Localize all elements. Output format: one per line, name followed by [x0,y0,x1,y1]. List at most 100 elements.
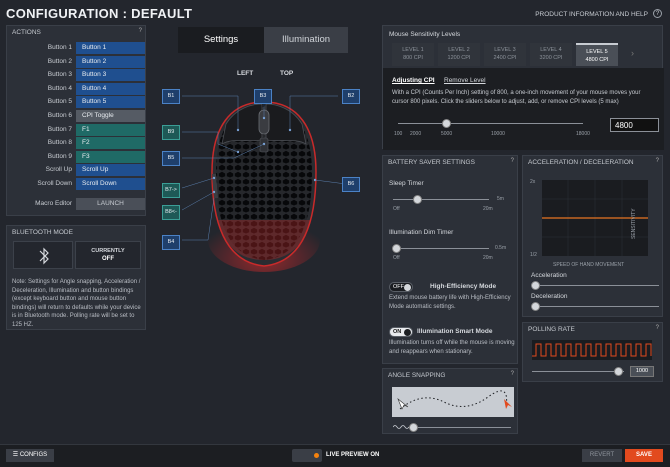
question-icon[interactable]: ? [511,371,514,377]
level-cpi: 800 CPI [403,55,423,61]
configs-button[interactable]: ☰ CONFIGS [6,449,54,462]
macro-label: Macro Editor [35,200,72,207]
cpi-slider-track[interactable] [398,123,583,124]
b5-label[interactable]: B5 [162,151,180,166]
action-binding-button[interactable]: CPI Toggle [76,110,145,122]
cpi-description: With a CPI (Counts Per Inch) setting of … [392,90,641,105]
bluetooth-title: BLUETOOTH MODE [12,229,73,236]
bluetooth-status-box[interactable]: CURRENTLY OFF [75,241,141,269]
angle-slider-knob[interactable] [409,423,418,432]
level-name: LEVEL 1 [402,47,424,53]
action-row-label: Button 2 [47,57,72,65]
question-icon[interactable]: ? [656,158,659,164]
top-label: TOP [280,70,294,77]
acceleration-slider-knob[interactable] [531,281,540,290]
action-binding-button[interactable]: Button 2 [76,55,145,68]
b1-label[interactable]: B1 [162,89,180,104]
deceleration-slider-knob[interactable] [531,302,540,311]
action-row-label: Button 9 [47,152,72,160]
sensitivity-axis-label: SENSITIVITY [631,208,637,239]
angle-snapping-preview [392,387,514,417]
action-binding-button[interactable]: Scroll Down [76,178,145,190]
b4-label[interactable]: B4 [162,235,180,250]
actions-title: ACTIONS [12,29,41,36]
bluetooth-note: Note: Settings for Angle snapping, Accel… [12,279,141,328]
action-binding-button[interactable]: F2 [76,137,145,150]
action-row: Scroll Down Scroll Down [7,178,145,191]
cpi-value-input[interactable]: 4800 [610,118,659,132]
deceleration-label: Deceleration [531,293,568,300]
action-row: Button 5 Button 5 [7,96,145,109]
launch-button[interactable]: LAUNCH [76,198,145,210]
save-button[interactable]: SAVE [625,449,663,462]
action-binding-button[interactable]: Button 3 [76,69,145,82]
action-binding-button[interactable]: F3 [76,150,145,163]
b6-label[interactable]: B6 [342,177,360,192]
action-row-label: Button 7 [47,125,72,133]
question-icon[interactable]: ? [656,325,659,331]
sleep-slider-knob[interactable] [413,195,422,204]
sleep-timer-label: Sleep Timer [389,180,424,187]
action-row: Button 3 Button 3 [7,69,145,82]
live-preview-toggle[interactable] [292,449,322,462]
polling-value[interactable]: 1000 [630,366,654,377]
adjusting-cpi-tab[interactable]: Adjusting CPI [392,77,435,84]
mouse-illustration [181,95,347,272]
b2-label[interactable]: B2 [342,89,360,104]
level-tab-4[interactable]: LEVEL 4 3200 CPI [530,43,572,66]
polling-title: POLLING RATE [528,326,575,333]
tab-illumination[interactable]: Illumination [264,27,348,53]
tab-settings[interactable]: Settings [178,27,264,53]
macro-row: Macro Editor LAUNCH [7,198,145,211]
sleep-slider-track[interactable] [393,199,489,200]
sleep-max: 5m [497,196,504,202]
help-icon[interactable]: ? [653,9,662,18]
level-cpi: 1200 CPI [447,55,471,61]
level-tab-5[interactable]: LEVEL 5 4800 CPI [576,43,618,66]
sleep-range-max: 20m [483,206,493,212]
cpi-slider-knob[interactable] [442,119,451,128]
question-icon[interactable]: ? [139,28,142,34]
revert-button[interactable]: REVERT [582,449,622,462]
b3-label[interactable]: B3 [254,89,272,104]
deceleration-slider-track[interactable] [535,306,659,307]
action-binding-button[interactable]: Button 5 [76,96,145,109]
action-row: Button 2 Button 2 [7,55,145,69]
b8-label[interactable]: B8<- [162,205,180,220]
high-efficiency-toggle[interactable]: OFF [389,282,413,292]
action-row: Button 1 Button 1 [7,42,145,55]
level-tab-3[interactable]: LEVEL 3 2400 CPI [484,43,526,66]
level-tab-2[interactable]: LEVEL 2 1200 CPI [438,43,480,66]
smart-mode-state: ON [393,329,402,335]
action-row-label: Button 8 [47,139,72,147]
polling-slider-knob[interactable] [614,367,623,376]
left-label: LEFT [237,70,254,77]
cpi-tick-2000: 2000 [410,131,422,137]
next-level-arrow[interactable]: › [631,48,634,58]
bluetooth-state: OFF [102,256,114,262]
polling-slider-track[interactable] [532,371,624,372]
product-help-link[interactable]: PRODUCT INFORMATION AND HELP [535,11,648,18]
battery-title: BATTERY SAVER SETTINGS [388,159,475,166]
level-tab-1[interactable]: LEVEL 1 800 CPI [392,43,434,66]
action-row: Button 6 CPI Toggle [7,110,145,123]
level-name: LEVEL 2 [448,47,470,53]
action-row: Button 8 F2 [7,137,145,150]
dim-slider-knob[interactable] [392,244,401,253]
live-preview-indicator [314,453,319,458]
action-binding-button[interactable]: F1 [76,123,145,136]
accel-y-bottom: 1/2 [530,252,537,258]
level-cpi: 2400 CPI [493,55,517,61]
action-binding-button[interactable]: Scroll Up [76,164,145,177]
b9-label[interactable]: B9 [162,125,180,140]
dim-slider-track[interactable] [393,248,489,249]
angle-slider-track[interactable] [411,427,511,428]
b7-label[interactable]: B7-> [162,183,180,198]
action-row-label: Button 6 [47,112,72,119]
remove-level-tab[interactable]: Remove Level [444,77,486,84]
smart-mode-toggle[interactable]: ON [389,327,413,337]
acceleration-slider-track[interactable] [535,285,659,286]
question-icon[interactable]: ? [511,158,514,164]
action-binding-button[interactable]: Button 4 [76,82,145,95]
action-binding-button[interactable]: Button 1 [76,42,145,54]
